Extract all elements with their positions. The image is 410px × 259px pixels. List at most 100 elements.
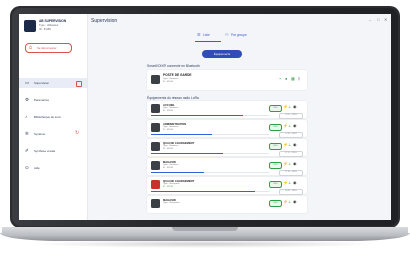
progress-bar <box>151 153 223 154</box>
device-id: ID : 61186 <box>163 167 173 169</box>
battery-icon: ⌁ <box>279 76 282 81</box>
speech-icon: ✐ <box>25 148 29 153</box>
last-seen-badge: 16:59 - 23/05 <box>279 188 303 195</box>
equipments-button-label: Équipements <box>213 52 231 57</box>
sidebar: AB SUPERVISION Type : Utilisateur ID : 6… <box>19 14 88 220</box>
logout-label: Se déconnecter <box>37 46 57 51</box>
radio-device-card[interactable]: ACCUEIL Type : Emetteur ID : 61186 93% ⚡ ⊥ ◉ 19… <box>147 101 307 119</box>
bell-icon: ◉ <box>293 161 297 167</box>
bell-icon: ◉ <box>293 123 297 129</box>
group-icon: ⚇ <box>225 32 229 37</box>
device-id: ID : 61186 <box>163 129 173 131</box>
app-logo <box>24 20 36 32</box>
battery-pill-label: 93% <box>273 125 278 128</box>
radio-device-card[interactable]: ADMINISTRATION Type : Emetteur ID : 61186 9… <box>147 120 307 138</box>
last-seen-badge: 17:32 - 23/05 <box>279 131 303 138</box>
device-id: ID : 61186 <box>163 186 173 188</box>
device-icon <box>151 180 160 189</box>
device-icon <box>151 104 160 113</box>
radio-device-card[interactable]: QUAI DE CHARGEMENT Type : Emetteur ID : 61… <box>147 139 307 157</box>
battery-pill: 93% <box>269 143 282 150</box>
tab-label: Liste <box>203 32 210 37</box>
minimize-button[interactable]: – <box>369 17 371 22</box>
device-icon <box>151 75 160 84</box>
progress-bar <box>151 115 244 116</box>
user-name: AB SUPERVISION <box>39 19 67 23</box>
status-dot-icon: ● <box>285 76 288 81</box>
progress-bar <box>151 172 205 173</box>
radio-device-card[interactable]: MAGASIN Type : Récepteur 93% ⚡ ⊥ ◉ <box>147 196 307 213</box>
sidebar-item-systeme[interactable]: ✲ Système ↻ <box>19 129 87 139</box>
last-seen-label: 19:11 - 23/05 <box>285 114 297 117</box>
device-type: Type : Emetteur <box>163 107 179 109</box>
device-icon <box>151 199 160 208</box>
antenna-icon: ⊥ <box>288 161 292 167</box>
music-note-icon: ♪ <box>25 114 28 119</box>
last-seen-badge: 17:03 - 23/05 <box>279 169 303 176</box>
last-seen-badge: 17:11 - 23/05 <box>279 150 303 157</box>
device-id: ID : 61186 <box>163 148 173 150</box>
bell-icon: ◉ <box>293 104 297 110</box>
section-title-radio: Équipements du réseau radio LoRa <box>147 96 199 100</box>
antenna-icon: ⊥ <box>288 104 292 110</box>
user-id: ID : 61186 <box>39 28 51 31</box>
laptop-shadow <box>30 240 380 248</box>
battery-pill: 93% <box>269 124 282 131</box>
last-seen-badge: 19:11 - 23/05 <box>279 112 303 119</box>
close-button[interactable]: ✕ <box>384 17 387 22</box>
monitor-icon: ▭ <box>25 80 30 85</box>
radio-device-card[interactable]: MAGASIN Type : Emetteur ID : 61186 93% ⚡ ⊥ ◉ 17… <box>147 158 307 176</box>
bell-icon: ◉ <box>293 142 297 148</box>
sidebar-item-label: Aide <box>34 166 40 171</box>
sidebar-item-bibliotheque[interactable]: ♪ Bibliothèque de sons <box>19 112 87 122</box>
sidebar-item-aide[interactable]: ⊙ Aide <box>19 163 87 173</box>
antenna-icon: ⊥ <box>288 199 292 205</box>
progress-bar <box>151 191 255 192</box>
user-type: Type : Utilisateur <box>39 24 59 27</box>
logout-button[interactable]: ⏻ Se déconnecter <box>25 43 72 53</box>
last-seen-label: 16:59 - 23/05 <box>285 190 297 193</box>
help-icon: ⊙ <box>25 165 29 170</box>
laptop-notch <box>172 227 238 231</box>
sidebar-item-label: Paramètres <box>34 98 49 103</box>
antenna-icon: ⊥ <box>288 123 292 129</box>
bluetooth-icon: ᛒ <box>298 76 301 81</box>
logout-icon: ⏻ <box>29 45 33 50</box>
bluetooth-device-card[interactable]: POSTE DE GARDE Type : Emetteur ID : 6118… <box>147 70 307 90</box>
device-icon <box>151 142 160 151</box>
list-icon: ☰ <box>197 32 201 37</box>
last-seen-label: 17:03 - 23/05 <box>285 171 297 174</box>
alert-badge-icon <box>76 80 82 87</box>
device-type: Type : Récepteur <box>163 183 180 185</box>
antenna-icon: ⊥ <box>288 142 292 148</box>
radio-device-card[interactable]: QUAI DE CHARGEMENT Type : Récepteur ID : 6… <box>147 177 307 195</box>
device-icon <box>151 123 160 132</box>
sidebar-item-synthese[interactable]: ✐ Synthèse vocale <box>19 146 87 156</box>
equipments-button[interactable]: Équipements <box>202 50 242 58</box>
device-type: Type : Emetteur <box>163 126 179 128</box>
sidebar-item-label: Synthèse vocale <box>34 149 56 154</box>
device-type: Type : Emetteur <box>163 145 179 147</box>
battery-pill: 93% <box>269 181 282 188</box>
page-title: Supervision <box>91 18 118 24</box>
device-id: ID : 61186 <box>163 110 173 112</box>
device-type: Type : Emetteur <box>163 164 179 166</box>
maximize-button[interactable]: □ <box>377 17 379 22</box>
sidebar-item-parametres[interactable]: ⚙ Paramètres <box>19 95 87 105</box>
device-type: Type : Récepteur <box>163 202 180 204</box>
grid-icon: ▦ <box>291 76 295 81</box>
battery-pill: 93% <box>269 200 282 207</box>
battery-pill-label: 93% <box>273 106 278 109</box>
gear-icon: ⚙ <box>25 97 30 102</box>
sidebar-item-label: Supervision <box>34 81 50 86</box>
device-id: ID : 61186 <box>163 81 173 83</box>
device-icon <box>151 161 160 170</box>
bell-icon: ◉ <box>293 199 297 205</box>
battery-pill: 93% <box>269 162 282 169</box>
device-name: POSTE DE GARDE <box>163 73 192 77</box>
sidebar-item-supervision[interactable]: ▭ Supervision <box>19 78 87 88</box>
tab-underline <box>195 41 221 42</box>
last-seen-label: 17:32 - 23/05 <box>285 133 297 136</box>
sidebar-item-label: Système <box>34 132 46 137</box>
sync-alert-icon: ↻ <box>75 130 80 137</box>
